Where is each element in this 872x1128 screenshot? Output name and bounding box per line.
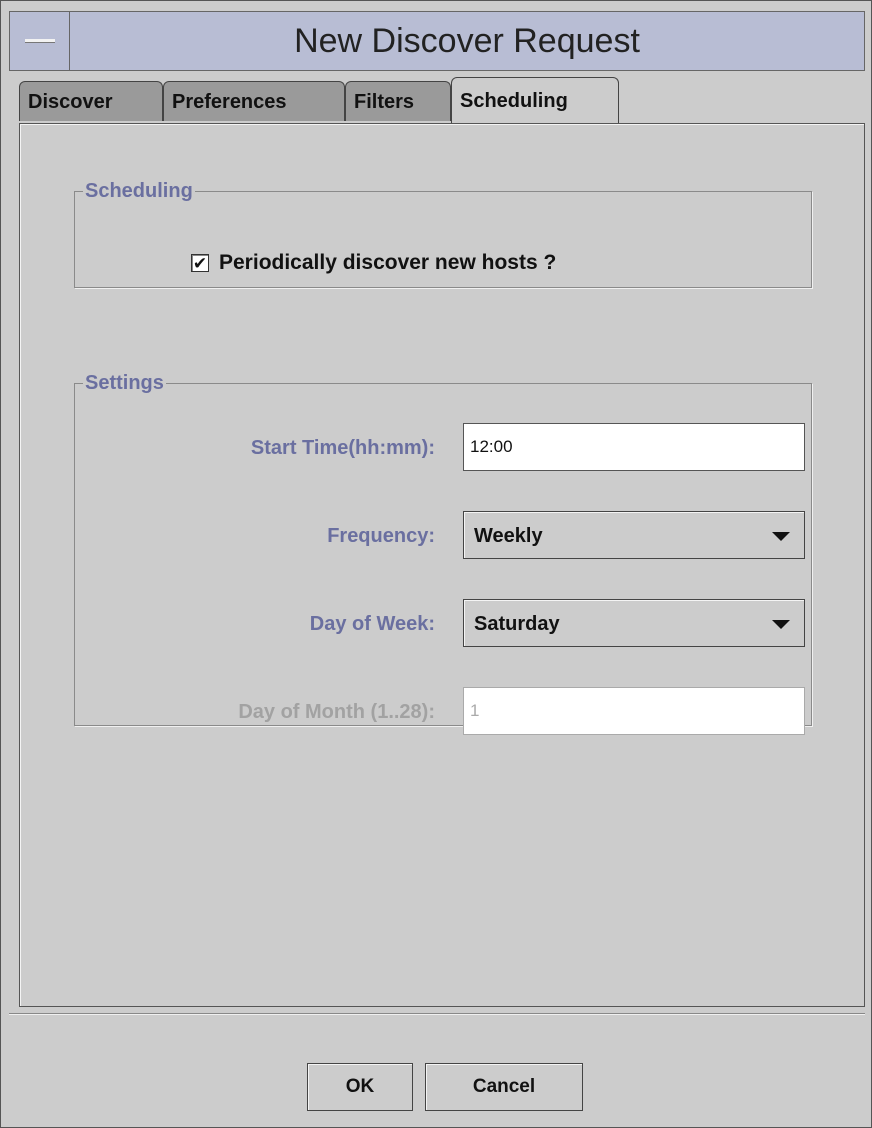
day-of-month-input: 1: [463, 687, 805, 735]
ok-button[interactable]: OK: [307, 1063, 413, 1111]
frequency-select[interactable]: Weekly: [463, 511, 805, 559]
periodic-discovery-checkbox[interactable]: ✔: [191, 254, 209, 272]
cancel-button[interactable]: Cancel: [425, 1063, 583, 1111]
settings-group: Settings Start Time(hh:mm): 12:00 Freque…: [74, 372, 812, 735]
day-of-month-label: Day of Month (1..28):: [238, 701, 435, 723]
window-menu-button[interactable]: [10, 12, 70, 70]
periodic-discovery-option[interactable]: ✔ Periodically discover new hosts ?: [191, 251, 556, 275]
tab-discover[interactable]: Discover: [19, 81, 163, 121]
title-bar[interactable]: New Discover Request: [9, 11, 865, 71]
footer-divider: [9, 1013, 865, 1015]
frequency-label: Frequency:: [327, 525, 435, 547]
start-time-input[interactable]: 12:00: [463, 423, 805, 471]
scheduling-group-legend: Scheduling: [85, 180, 193, 202]
scheduling-panel: Scheduling ✔ Periodically discover new h…: [19, 123, 865, 1007]
frequency-selected-value: Weekly: [474, 525, 543, 547]
start-time-label: Start Time(hh:mm):: [250, 437, 435, 459]
settings-group-legend: Settings: [85, 372, 164, 394]
chevron-down-icon: [772, 532, 790, 541]
window-title: New Discover Request: [294, 22, 640, 60]
dialog-window: New Discover Request Discover Preference…: [0, 0, 872, 1128]
periodic-discovery-label: Periodically discover new hosts ?: [219, 251, 557, 274]
tab-scheduling[interactable]: Scheduling: [451, 77, 619, 123]
chevron-down-icon: [772, 620, 790, 629]
checkmark-icon: ✔: [192, 253, 208, 273]
tab-filters[interactable]: Filters: [345, 81, 451, 121]
tab-preferences[interactable]: Preferences: [163, 81, 345, 121]
scheduling-group: Scheduling ✔ Periodically discover new h…: [74, 180, 812, 288]
day-of-week-select[interactable]: Saturday: [463, 599, 805, 647]
window-menu-icon: [24, 39, 55, 43]
day-of-week-selected-value: Saturday: [474, 613, 560, 635]
day-of-week-label: Day of Week:: [309, 613, 435, 635]
